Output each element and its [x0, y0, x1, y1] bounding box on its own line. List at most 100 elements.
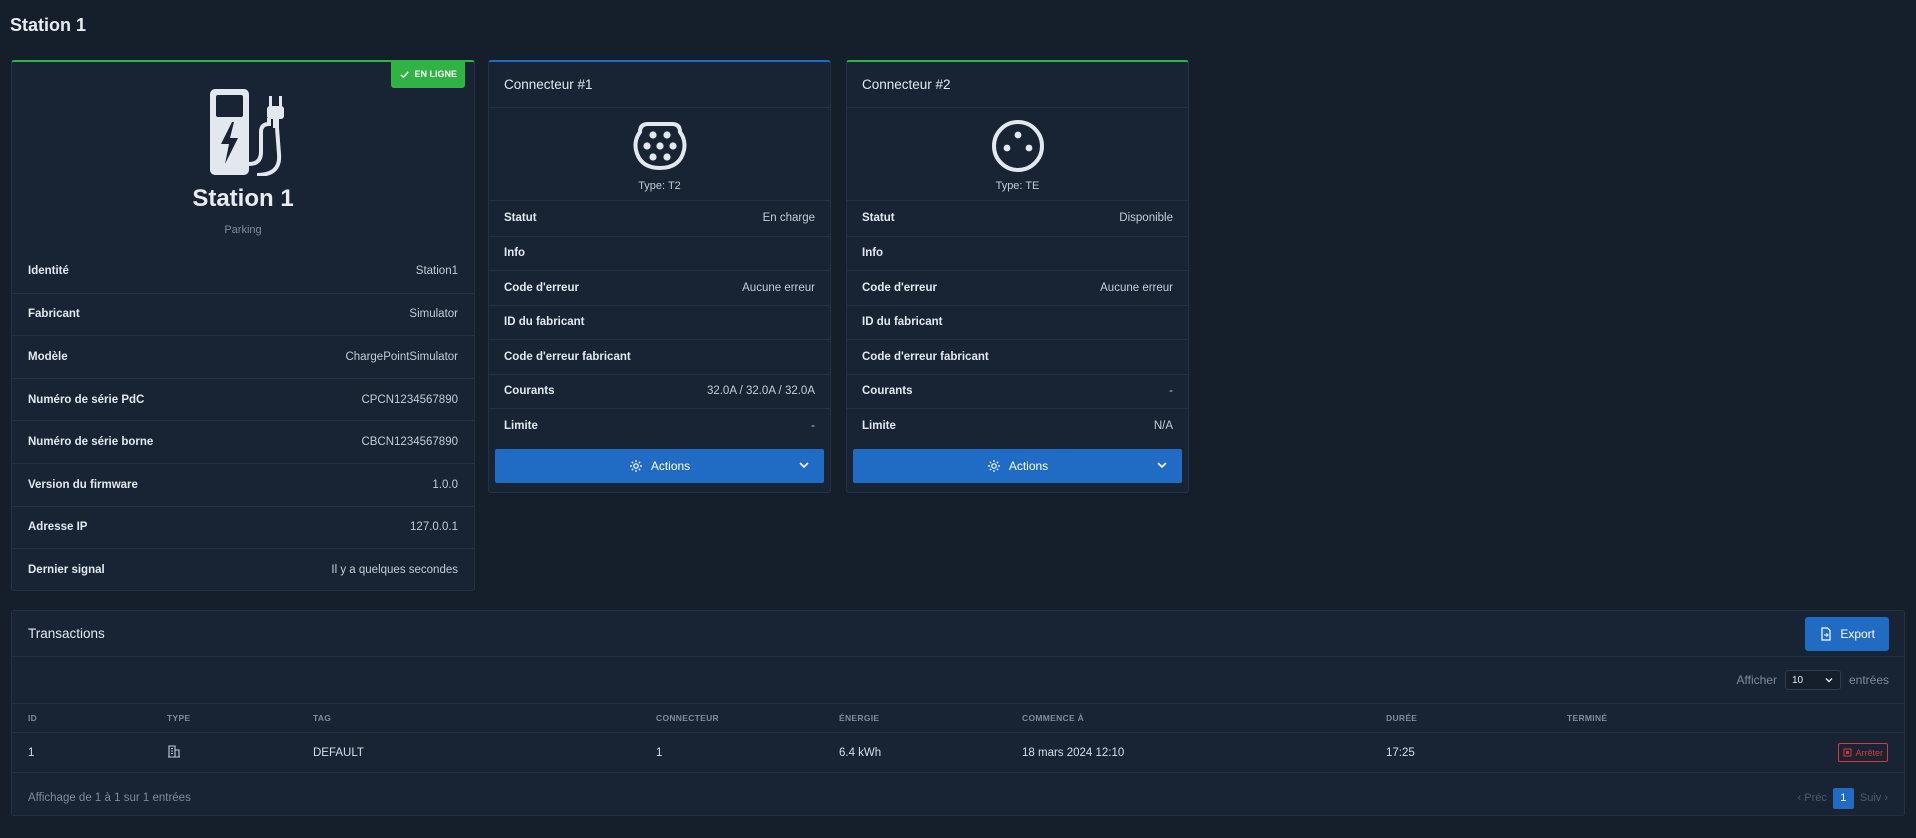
building-icon — [168, 745, 180, 758]
pagination-info: Affichage de 1 à 1 sur 1 entrées — [28, 792, 191, 804]
detail-key: Numéro de série borne — [28, 436, 154, 449]
connector-card-2: Connecteur #2 Type: TE Statut Disponible … — [846, 60, 1189, 493]
row-value: N/A — [1153, 419, 1173, 432]
column-header[interactable]: TERMINÉ — [1567, 713, 1767, 723]
detail-value: Station1 — [415, 265, 458, 278]
row-key: Info — [504, 247, 526, 260]
status-badge-label: EN LIGNE — [414, 69, 457, 79]
row-value: 32.0A / 32.0A / 32.0A — [706, 385, 815, 398]
cell-energy: 6.4 kWh — [839, 746, 882, 759]
next-label: Suiv — [1859, 792, 1882, 804]
charging-station-icon — [207, 84, 297, 177]
check-icon — [400, 70, 410, 78]
page-title: Station 1 — [10, 15, 87, 35]
station-card: EN LIGNE Station 1 Parking Identité Stati… — [11, 60, 475, 591]
column-header[interactable]: TYPE — [167, 713, 313, 723]
row-key: ID du fabricant — [862, 316, 943, 329]
column-header[interactable]: COMMENCE À — [1022, 713, 1386, 723]
connector-row-status: Statut Disponible — [847, 201, 1188, 236]
row-key: Code d'erreur fabricant — [862, 350, 989, 363]
page-number-button[interactable]: 1 — [1832, 787, 1854, 809]
connector-row-limit: Limite - — [489, 408, 830, 443]
row-key: Code d'erreur — [504, 281, 579, 294]
pagination: ‹ Préc 1 Suiv › — [1798, 787, 1888, 809]
column-header[interactable]: ID — [28, 713, 167, 723]
column-header[interactable]: CONNECTEUR — [656, 713, 839, 723]
connector-row-info: Info — [847, 235, 1188, 271]
connector-row-error: Code d'erreur Aucune erreur — [489, 270, 830, 305]
row-key: Info — [862, 247, 884, 260]
actions-dropdown-button[interactable]: Actions — [495, 448, 824, 483]
row-value: Aucune erreur — [1100, 281, 1173, 294]
actions-label: Actions — [1008, 458, 1049, 473]
row-key: Code d'erreur — [862, 281, 937, 294]
chevron-down-icon — [1157, 461, 1167, 468]
detail-row: Identité Station1 — [12, 250, 474, 293]
cell-id: 1 — [28, 746, 35, 759]
row-key: Statut — [862, 212, 895, 225]
connector-type: Type: TE — [995, 180, 1040, 192]
chevron-down-icon — [1825, 678, 1833, 683]
row-key: Limite — [862, 419, 896, 432]
row-value: En charge — [762, 212, 815, 225]
station-details: Identité Station1 Fabricant Simulator Modè… — [12, 250, 474, 591]
actions-dropdown-button[interactable]: Actions — [853, 448, 1182, 483]
row-key: Code d'erreur fabricant — [504, 350, 631, 363]
detail-value: Il y a quelques secondes — [331, 563, 458, 576]
row-key: ID du fabricant — [504, 316, 585, 329]
detail-key: Dernier signal — [28, 563, 105, 576]
connector-row-status: Statut En charge — [489, 201, 830, 236]
prev-page-button[interactable]: ‹ Préc — [1798, 792, 1827, 804]
detail-value: 127.0.0.1 — [410, 521, 458, 534]
table-row: 1 DEFAULT 1 6.4 kWh 18 mars 2024 12:10 1… — [12, 733, 1904, 773]
connector-title: Connecteur #2 — [847, 62, 1188, 108]
next-page-button[interactable]: Suiv › — [1860, 792, 1888, 804]
detail-key: Adresse IP — [28, 521, 88, 534]
connector-row-currents: Courants 32.0A / 32.0A / 32.0A — [489, 373, 830, 409]
detail-value: 1.0.0 — [432, 478, 458, 491]
detail-value: CPCN1234567890 — [361, 393, 458, 406]
prev-label: Préc — [1804, 792, 1827, 804]
row-value: Aucune erreur — [742, 281, 815, 294]
type2-plug-icon — [633, 122, 686, 171]
detail-row: Dernier signal Il y a quelques secondes — [12, 548, 474, 591]
column-header[interactable]: ÉNERGIE — [839, 713, 1022, 723]
stop-label: Arrêter — [1855, 747, 1883, 758]
detail-key: Numéro de série PdC — [28, 393, 145, 406]
cell-type — [167, 744, 313, 761]
detail-row: Modèle ChargePointSimulator — [12, 335, 474, 378]
connector-card-1: Connecteur #1 Type: T2 Statut En charge I… — [488, 60, 831, 493]
stop-square-icon — [1843, 748, 1852, 757]
detail-value: Simulator — [409, 308, 458, 321]
row-key: Courants — [862, 385, 913, 398]
page-size-select[interactable]: 10 — [1784, 670, 1841, 690]
entries-label: entrées — [1848, 673, 1889, 687]
detail-key: Modèle — [28, 350, 68, 363]
detail-row: Numéro de série PdC CPCN1234567890 — [12, 377, 474, 421]
te-socket-icon — [991, 120, 1044, 172]
table-header: ID TYPE TAG CONNECTEUR ÉNERGIE COMMENCE … — [12, 703, 1904, 733]
export-button[interactable]: Export — [1805, 616, 1889, 651]
connector-row-vendor-error: Code d'erreur fabricant — [847, 339, 1188, 374]
gear-icon — [987, 459, 1000, 472]
column-header[interactable]: DURÉE — [1386, 713, 1567, 723]
connector-row-vendor-id: ID du fabricant — [847, 304, 1188, 340]
row-key: Courants — [504, 385, 555, 398]
connector-row-error: Code d'erreur Aucune erreur — [847, 270, 1188, 305]
detail-row: Adresse IP 127.0.0.1 — [12, 505, 474, 549]
status-badge: EN LIGNE — [391, 60, 465, 88]
stop-transaction-button[interactable]: Arrêter — [1838, 743, 1888, 762]
row-value: - — [811, 419, 815, 432]
detail-value: ChargePointSimulator — [345, 350, 458, 363]
row-value: Disponible — [1119, 212, 1173, 225]
row-key: Statut — [504, 212, 537, 225]
column-header[interactable]: TAG — [313, 713, 656, 723]
cell-connector: 1 — [656, 746, 663, 759]
connector-title: Connecteur #1 — [489, 62, 830, 108]
connector-row-vendor-error: Code d'erreur fabricant — [489, 339, 830, 374]
show-label: Afficher — [1736, 673, 1777, 687]
detail-value: CBCN1234567890 — [361, 436, 458, 449]
cell-duration: 17:25 — [1386, 746, 1415, 759]
station-location: Parking — [224, 224, 262, 236]
station-name: Station 1 — [192, 185, 294, 212]
